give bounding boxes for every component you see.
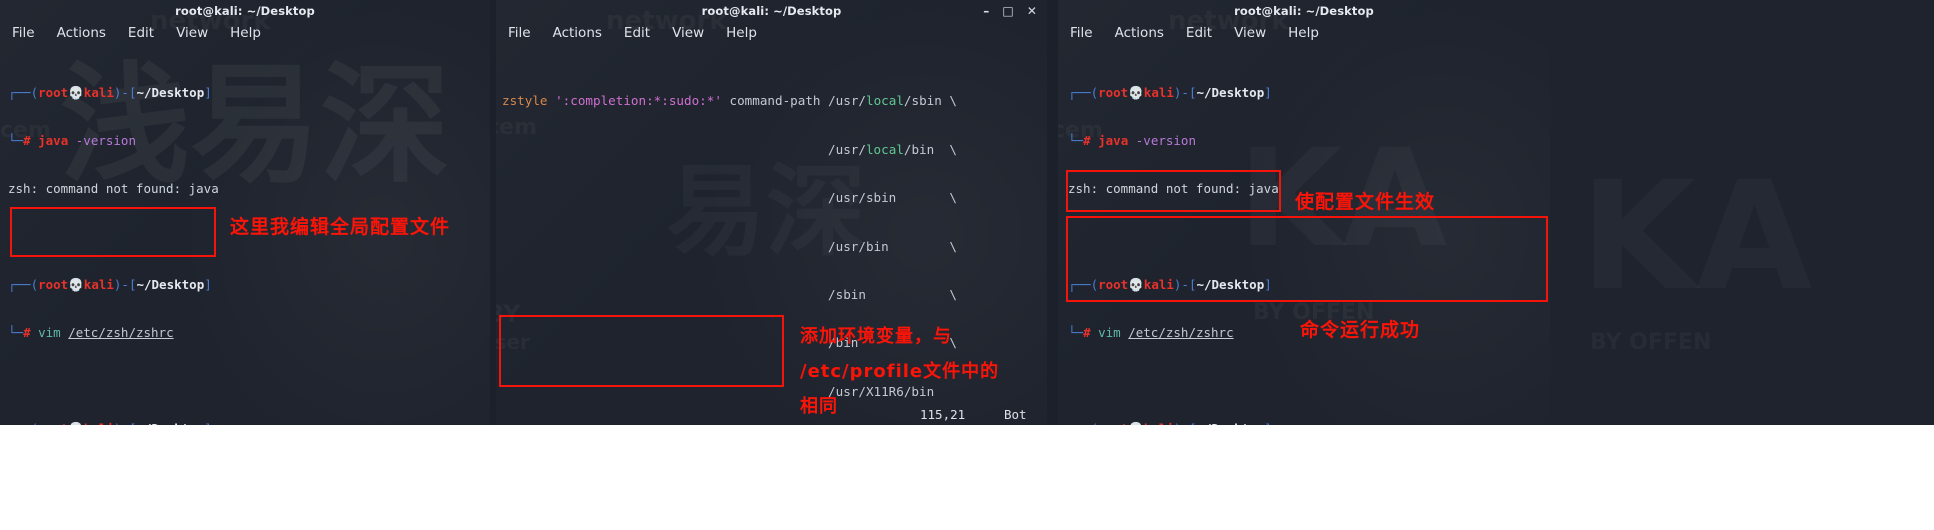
window-title-left: root@kali: ~/Desktop bbox=[175, 4, 315, 18]
menu-actions[interactable]: Actions bbox=[57, 25, 106, 41]
vim-line: /usr/local/bin \ bbox=[502, 141, 957, 157]
desktop-gap-right bbox=[1047, 0, 1058, 425]
menu-file[interactable]: File bbox=[1070, 25, 1093, 41]
vim-status-mode: Bot bbox=[1004, 407, 1027, 422]
watermark-ka: KA bbox=[1580, 150, 1812, 324]
titlebar-middle: root@kali: ~/Desktop – □ ✕ bbox=[496, 0, 1047, 22]
vim-status-position: 115,21 bbox=[920, 407, 966, 422]
window-title-right: root@kali: ~/Desktop bbox=[1234, 4, 1374, 18]
menu-actions[interactable]: Actions bbox=[1115, 25, 1164, 41]
window-title-middle: root@kali: ~/Desktop bbox=[701, 4, 842, 18]
vim-line: /bin \ bbox=[502, 335, 957, 351]
menu-edit[interactable]: Edit bbox=[128, 25, 154, 41]
menu-actions[interactable]: Actions bbox=[553, 25, 602, 41]
command-line: └─# java -version bbox=[8, 133, 136, 148]
terminal-body-right[interactable]: ┌──(root💀kali)-[~/Desktop] └─# java -ver… bbox=[1058, 45, 1550, 425]
menu-edit[interactable]: Edit bbox=[1186, 25, 1212, 41]
menu-help[interactable]: Help bbox=[726, 25, 757, 41]
annotation-left-text: 这里我编辑全局配置文件 bbox=[230, 216, 451, 238]
command-line: └─# vim /etc/zsh/zshrc bbox=[8, 325, 174, 340]
annotation-middle-line-2: /etc/profile文件中的 bbox=[800, 361, 1000, 382]
prompt-line: ┌──(root💀kali)-[~/Desktop] bbox=[8, 277, 212, 292]
close-icon[interactable]: ✕ bbox=[1027, 5, 1037, 17]
titlebar-right: root@kali: ~/Desktop bbox=[1058, 0, 1550, 22]
vim-line: /usr/bin \ bbox=[502, 238, 957, 254]
menu-file[interactable]: File bbox=[508, 25, 531, 41]
vim-line: /usr/X11R6/bin bbox=[502, 383, 935, 399]
window-controls-middle[interactable]: – □ ✕ bbox=[983, 0, 1037, 22]
desktop-background-right: KA BY OFFEN bbox=[1550, 0, 1934, 425]
page-white-margin bbox=[0, 425, 1934, 530]
command-output: zsh: command not found: java bbox=[8, 181, 219, 196]
titlebar-left: root@kali: ~/Desktop bbox=[0, 0, 490, 22]
watermark-byoffen: BY OFFEN bbox=[1590, 330, 1711, 355]
menu-view[interactable]: View bbox=[176, 25, 208, 41]
prompt-line: ┌──(root💀kali)-[~/Desktop] bbox=[8, 85, 212, 100]
prompt-line: ┌──(root💀kali)-[~/Desktop] bbox=[1068, 85, 1272, 100]
menubar-right[interactable]: File Actions Edit View Help bbox=[1058, 22, 1550, 45]
minimize-icon[interactable]: – bbox=[983, 5, 989, 17]
vim-line: /usr/sbin \ bbox=[502, 190, 957, 206]
prompt-line: ┌──(root💀kali)-[~/Desktop] bbox=[1068, 277, 1272, 292]
annotation-right-success-text: 命令运行成功 bbox=[1300, 319, 1421, 341]
menu-view[interactable]: View bbox=[1234, 25, 1266, 41]
annotation-right-source-text: 使配置文件生效 bbox=[1295, 191, 1436, 213]
prompt-line: ┌──(root💀kali)-[~/Desktop] bbox=[8, 421, 490, 425]
maximize-icon[interactable]: □ bbox=[1002, 5, 1013, 17]
annotation-middle-line-1: 添加环境变量，与 bbox=[800, 326, 952, 347]
vim-line: zstyle ':completion:*:sudo:*' command-pa… bbox=[502, 93, 957, 109]
menubar-middle[interactable]: File Actions Edit View Help bbox=[496, 22, 1047, 45]
command-line: └─# java -version bbox=[1068, 133, 1196, 148]
vim-line: /sbin \ bbox=[502, 287, 957, 303]
menu-file[interactable]: File bbox=[12, 25, 35, 41]
menu-help[interactable]: Help bbox=[1288, 25, 1319, 41]
menu-view[interactable]: View bbox=[672, 25, 704, 41]
menu-edit[interactable]: Edit bbox=[624, 25, 650, 41]
annotation-middle-line-3: 相同 bbox=[800, 396, 838, 417]
prompt-line: ┌──(root💀kali)-[~/Desktop] bbox=[1068, 421, 1550, 425]
menu-help[interactable]: Help bbox=[230, 25, 261, 41]
screenshot-root: KA BY OFFEN network 浅易深 cem root@kali: ~… bbox=[0, 0, 1934, 530]
menubar-left[interactable]: File Actions Edit View Help bbox=[0, 22, 490, 45]
